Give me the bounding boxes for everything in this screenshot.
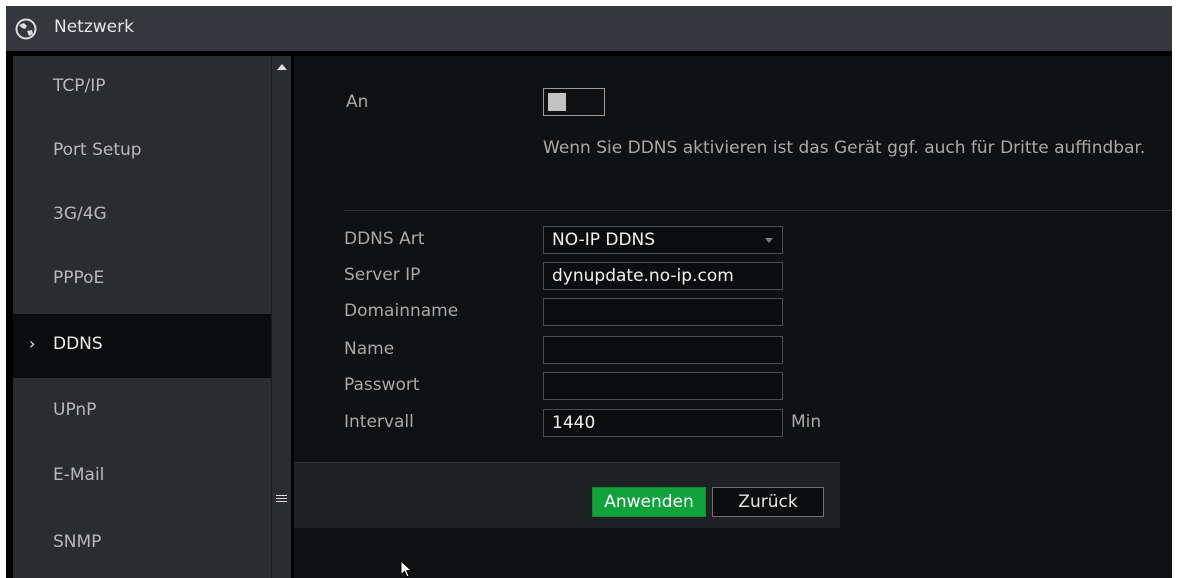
section-divider	[344, 210, 1172, 211]
domain-label: Domainname	[344, 301, 459, 321]
sidebar-item-upnp[interactable]: UPnP	[13, 380, 271, 444]
sidebar-item-label: Port Setup	[53, 140, 142, 160]
name-label: Name	[344, 339, 395, 359]
title-bar: Netzwerk	[6, 6, 1172, 51]
sidebar-item-tcpip[interactable]: TCP/IP	[13, 56, 271, 120]
interval-input[interactable]: 1440	[543, 409, 783, 437]
password-input[interactable]	[543, 372, 783, 400]
sidebar-scrollbar[interactable]	[271, 56, 291, 578]
chevron-right-icon: ›	[29, 334, 36, 353]
globe-icon	[15, 18, 37, 40]
sidebar-item-email[interactable]: E-Mail	[13, 445, 271, 509]
ddns-hint-text: Wenn Sie DDNS aktivieren ist das Gerät g…	[543, 138, 1146, 158]
scroll-up-arrow-icon[interactable]	[277, 64, 287, 70]
scroll-grip-icon[interactable]	[276, 495, 287, 503]
ddns-type-value: NO-IP DDNS	[552, 230, 656, 250]
toggle-knob	[548, 93, 566, 111]
enable-label: An	[346, 92, 369, 112]
app-window: Netzwerk TCP/IP Port Setup 3G/4G PPPoE ›…	[6, 6, 1172, 578]
interval-label: Intervall	[344, 412, 414, 432]
sidebar-item-label: TCP/IP	[53, 76, 106, 96]
ddns-type-select[interactable]: NO-IP DDNS	[543, 226, 783, 254]
sidebar-item-ddns[interactable]: › DDNS	[13, 314, 271, 378]
ddns-settings-panel: An Wenn Sie DDNS aktivieren ist das Gerä…	[294, 56, 1172, 578]
sidebar-item-label: SNMP	[53, 532, 102, 552]
sidebar-item-port-setup[interactable]: Port Setup	[13, 120, 271, 184]
name-input[interactable]	[543, 336, 783, 364]
mouse-cursor-icon	[400, 560, 413, 578]
password-label: Passwort	[344, 375, 420, 395]
ddns-type-label: DDNS Art	[344, 229, 425, 249]
domain-input[interactable]	[543, 298, 783, 326]
action-footer: Anwenden Zurück	[294, 462, 840, 528]
interval-unit: Min	[791, 412, 822, 432]
apply-button[interactable]: Anwenden	[592, 487, 706, 517]
sidebar-item-label: 3G/4G	[53, 204, 107, 224]
back-button[interactable]: Zurück	[712, 487, 824, 517]
window-title: Netzwerk	[54, 17, 134, 37]
sidebar-item-label: PPPoE	[53, 268, 105, 288]
sidebar-item-label: UPnP	[53, 400, 97, 420]
enable-toggle[interactable]	[543, 88, 605, 116]
sidebar-item-3g4g[interactable]: 3G/4G	[13, 184, 271, 248]
server-ip-label: Server IP	[344, 265, 421, 285]
sidebar: TCP/IP Port Setup 3G/4G PPPoE › DDNS UPn…	[13, 56, 271, 578]
sidebar-item-label: DDNS	[53, 334, 103, 354]
server-ip-input[interactable]: dynupdate.no-ip.com	[543, 262, 783, 290]
sidebar-item-label: E-Mail	[53, 465, 105, 485]
sidebar-item-snmp[interactable]: SNMP	[13, 512, 271, 576]
dropdown-arrow-icon	[765, 238, 773, 243]
sidebar-item-pppoe[interactable]: PPPoE	[13, 248, 271, 312]
